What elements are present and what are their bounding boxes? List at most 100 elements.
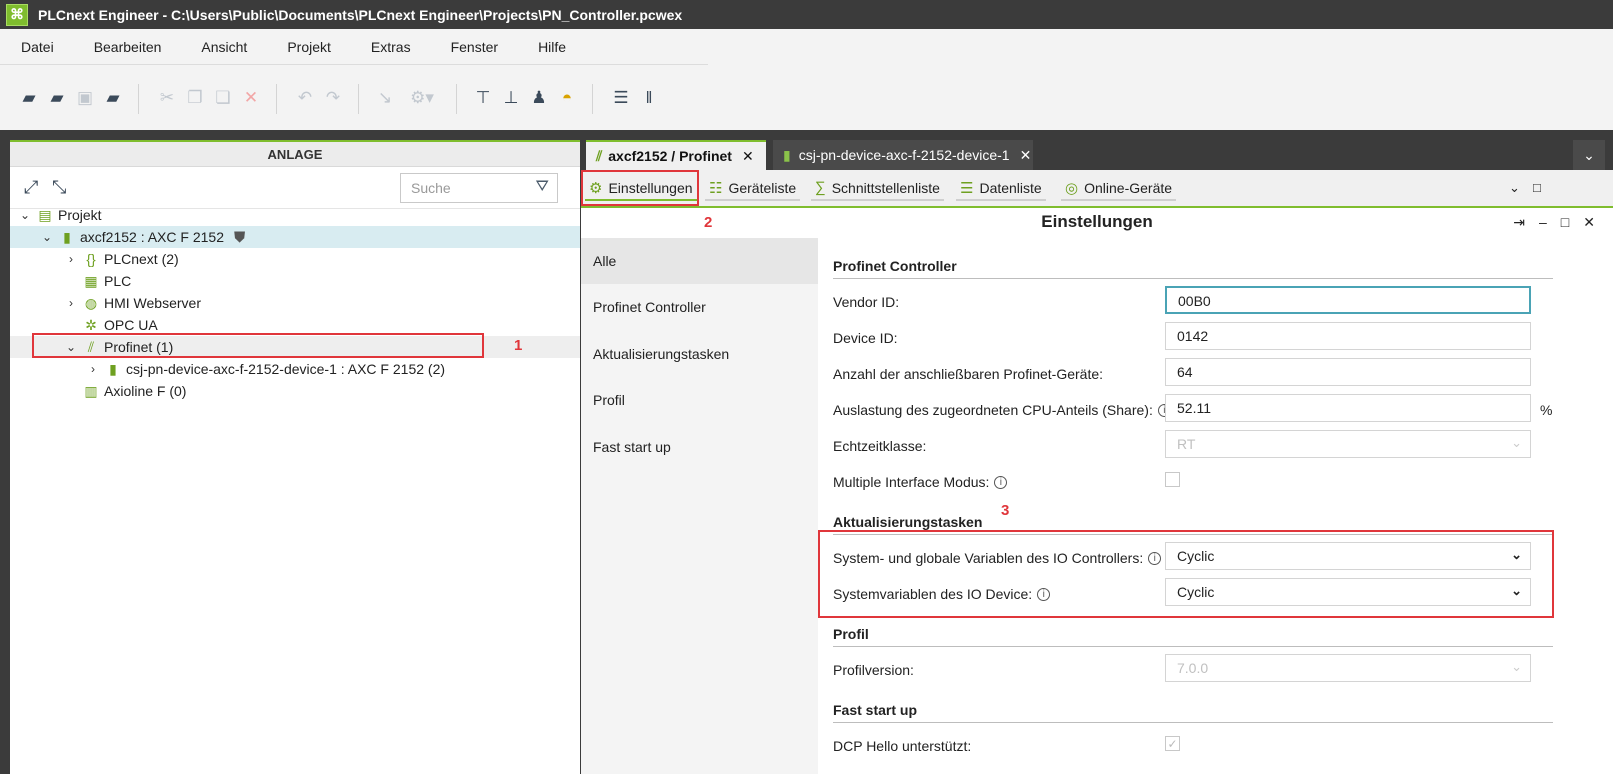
paste-icon[interactable]: ❏ (210, 86, 236, 110)
new-project-icon[interactable]: ▰ (16, 86, 42, 110)
minimize-icon[interactable]: – (1539, 214, 1547, 231)
online-devices-icon: ◎ (1065, 179, 1079, 197)
menu-extras[interactable]: Extras (350, 39, 430, 55)
pin-icon[interactable]: ⇥ (1513, 214, 1525, 231)
close-icon[interactable]: ✕ (1020, 147, 1032, 164)
menu-bar: Datei Bearbeiten Ansicht Projekt Extras … (0, 29, 1613, 64)
close-icon[interactable]: ✕ (1583, 214, 1595, 231)
section-fast-start-up: Fast start up (833, 702, 1553, 723)
menu-hilfe[interactable]: Hilfe (517, 39, 585, 55)
settings-form: Profinet Controller Vendor ID: 00B0 Devi… (818, 238, 1613, 774)
device-id-field[interactable]: 0142 (1165, 322, 1531, 350)
redo-icon[interactable]: ↷ (320, 86, 346, 110)
tree-item-axioline[interactable]: ▥ Axioline F (0) (82, 380, 186, 402)
menu-datei[interactable]: Datei (0, 39, 73, 55)
editor-toolbar: ⚙ Einstellungen ☷ Geräteliste ∑ Schnittstel… (581, 170, 1613, 208)
app-logo-icon: ⌘ (6, 3, 28, 26)
main-toolbar: ▰ ▰ ▣ ▰ ✂ ❐ ❏ ✕ ↶ ↷ ↘ ⚙▾ ⊤ ⊥ ♟ ◓ ☰ ‖ (0, 64, 1613, 130)
multiple-label: Multiple Interface Modus: i (833, 474, 1008, 490)
chevron-down-icon[interactable]: ⌄ (18, 208, 32, 222)
chevron-right-icon[interactable]: › (64, 252, 78, 266)
anlage-panel: ANLAGE ⤢ ⤡ Suche ⛛ ⌄ ▤ Projekt ⌄ ▮ axcf2… (0, 140, 581, 774)
anzahl-field[interactable]: 64 (1165, 358, 1531, 386)
annotation-box-1 (32, 333, 484, 358)
tree-item-axcf2152[interactable]: ⌄ ▮ axcf2152 : AXC F 2152 ⛊ (10, 226, 580, 248)
title-bar: ⌘ PLCnext Engineer - C:\Users\Public\Doc… (0, 0, 1613, 29)
chevron-right-icon[interactable]: › (64, 296, 78, 310)
network-icon[interactable]: ⊥ (498, 86, 524, 110)
undo-icon[interactable]: ↶ (292, 86, 318, 110)
save-as-icon[interactable]: ▰ (100, 86, 126, 110)
schnittstellenliste-button[interactable]: ∑ Schnittstellenliste (811, 176, 944, 201)
filter-icon[interactable]: ⛛ (536, 178, 549, 196)
settings-dropdown-icon[interactable]: ⚙▾ (404, 86, 440, 110)
geraeteliste-button[interactable]: ☷ Geräteliste (705, 176, 801, 201)
maximize-icon[interactable]: □ (1561, 214, 1569, 231)
debug-icon[interactable]: ◓ (554, 86, 580, 110)
profilversion-label: Profilversion: (833, 662, 914, 678)
panel-title: ANLAGE (10, 142, 580, 167)
dcp-hello-checkbox[interactable]: ✓ (1165, 736, 1180, 751)
layout-columns-icon[interactable]: ‖ (636, 86, 662, 110)
annotation-box-3 (818, 530, 1554, 618)
nav-profinet-controller[interactable]: Profinet Controller (581, 284, 818, 330)
section-profinet-controller: Profinet Controller (833, 258, 1553, 279)
nav-aktualisierungstasken[interactable]: Aktualisierungstasken (581, 331, 818, 377)
menu-fenster[interactable]: Fenster (430, 39, 517, 55)
tab-axcf2152-profinet[interactable]: ⫽ axcf2152 / Profinet ✕ (586, 140, 766, 170)
annotation-box-2 (581, 170, 699, 206)
echtzeit-label: Echtzeitklasse: (833, 438, 927, 454)
cut-icon[interactable]: ✂ (154, 86, 180, 110)
auslastung-field[interactable]: 52.11 (1165, 394, 1531, 422)
editor-area: ⫽ axcf2152 / Profinet ✕ ▮ csj-pn-device-… (581, 140, 1613, 774)
info-icon[interactable]: i (994, 475, 1008, 489)
view-title: Einstellungen (1041, 212, 1153, 231)
profilversion-select[interactable]: 7.0.0 ⌄ (1165, 654, 1531, 682)
interface-list-icon: ∑ (815, 179, 826, 196)
datenliste-button[interactable]: ☰ Datenliste (956, 176, 1046, 201)
controller-icon: ▮ (783, 146, 791, 163)
tab-list-dropdown-icon[interactable]: ⌄ (1573, 140, 1605, 170)
nav-profil[interactable]: Profil (581, 377, 818, 423)
open-project-icon[interactable]: ▰ (44, 86, 70, 110)
chevron-down-icon[interactable]: ⌄ (40, 230, 54, 244)
anzahl-label: Anzahl der anschließbaren Profinet-Gerät… (833, 366, 1104, 382)
menu-projekt[interactable]: Projekt (266, 39, 350, 55)
tab-pn-device[interactable]: ▮ csj-pn-device-axc-f-2152-device-1 ✕ (773, 140, 1033, 170)
chevron-down-icon[interactable]: ⌄ (1509, 180, 1520, 196)
connect-icon[interactable]: ↘ (372, 86, 398, 110)
tree-item-projekt[interactable]: ⌄ ▤ Projekt (18, 204, 102, 226)
save-icon[interactable]: ▣ (72, 86, 98, 110)
layout-list-icon[interactable]: ☰ (608, 86, 634, 110)
menu-ansicht[interactable]: Ansicht (180, 39, 266, 55)
nav-alle[interactable]: Alle (581, 238, 818, 284)
monitor-icon[interactable]: ♟ (526, 86, 552, 110)
chevron-right-icon[interactable]: › (86, 362, 100, 376)
menu-bearbeiten[interactable]: Bearbeiten (73, 39, 181, 55)
vendor-id-field[interactable]: 00B0 (1165, 286, 1531, 314)
opcua-icon: ✲ (85, 316, 97, 333)
maximize-icon[interactable]: □ (1533, 180, 1541, 195)
settings-nav: Alle Profinet Controller Aktualisierungs… (581, 238, 818, 774)
profinet-icon: ⫽ (596, 147, 603, 164)
section-profil: Profil (833, 626, 1553, 647)
build-icon[interactable]: ⊤ (470, 86, 496, 110)
tree-item-plc[interactable]: ▦ PLC (82, 270, 131, 292)
tree-item-hmi[interactable]: › ◍ HMI Webserver (64, 292, 201, 314)
collapse-all-icon[interactable]: ⤡ (52, 177, 66, 198)
search-input[interactable]: Suche ⛛ (400, 173, 558, 203)
multiple-checkbox[interactable] (1165, 472, 1180, 487)
close-icon[interactable]: ✕ (742, 148, 754, 165)
echtzeit-select[interactable]: RT ⌄ (1165, 430, 1531, 458)
tree-item-plcnext[interactable]: › {} PLCnext (2) (64, 248, 179, 270)
percent-unit: % (1540, 402, 1553, 418)
chevron-down-icon: ⌄ (1511, 435, 1522, 450)
delete-icon[interactable]: ✕ (238, 86, 264, 110)
nav-fast-start-up[interactable]: Fast start up (581, 424, 818, 470)
expand-all-icon[interactable]: ⤢ (24, 177, 38, 198)
tree-item-pn-device[interactable]: › ▮ csj-pn-device-axc-f-2152-device-1 : … (86, 358, 445, 380)
copy-icon[interactable]: ❐ (182, 86, 208, 110)
settings-view: Einstellungen 2 ⇥ – □ ✕ Alle Profinet Co… (581, 208, 1613, 774)
vendor-id-label: Vendor ID: (833, 294, 900, 310)
online-geraete-button[interactable]: ◎ Online-Geräte (1061, 176, 1177, 201)
